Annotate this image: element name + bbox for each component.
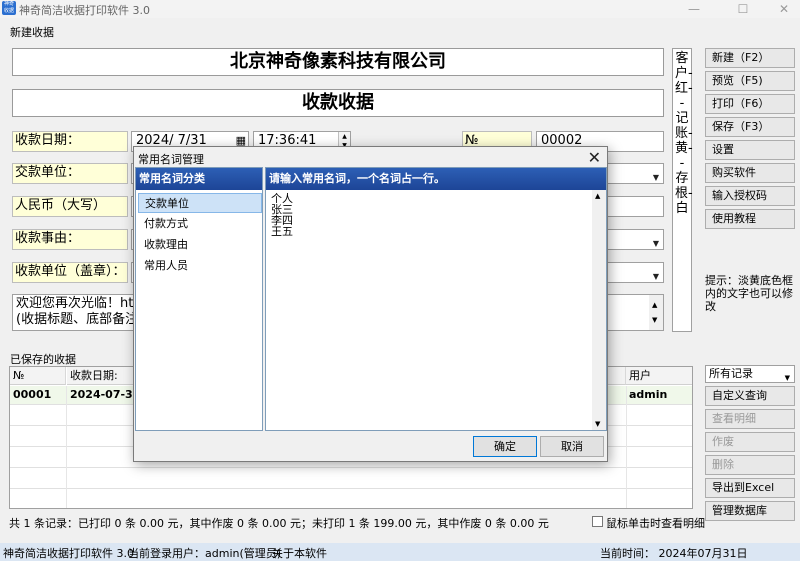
preview-button[interactable]: 预览（F5) [705,71,795,91]
stamp-label[interactable]: 收款单位（盖章）： [12,262,128,283]
print-button[interactable]: 打印（F6） [705,94,795,114]
scroll-up-icon[interactable]: ▲ [595,192,600,200]
click-detail-checkbox[interactable] [592,516,603,527]
grid-line [10,488,692,489]
rmb-label[interactable]: 人民币（大写） [12,196,128,217]
payer-label[interactable]: 交款单位： [12,163,128,184]
category-item-people[interactable]: 常用人员 [138,256,262,276]
note-scrollbar[interactable]: ▲ ▼ [649,295,663,330]
status-time: 当前时间： 2024年07月31日 17:53:02 [600,547,748,560]
license-button[interactable]: 输入授权码 [705,186,795,206]
category-list[interactable]: 常用名词分类 交款单位 付款方式 收款理由 常用人员 [135,167,263,431]
chevron-down-icon[interactable]: ▼ [785,370,790,386]
window-title: 神奇简洁收据打印软件 3.0 [19,4,150,17]
save-button[interactable]: 保存（F3） [705,117,795,137]
terms-scrollbar[interactable]: ▲ ▼ [592,190,606,430]
grid-line [626,386,627,508]
delete-button[interactable]: 删除 [705,455,795,475]
buy-button[interactable]: 购买软件 [705,163,795,183]
category-header: 常用名词分类 [136,168,262,190]
column-header-user[interactable]: 用户 [626,367,692,385]
copy-color-notice: 客户-红--记账-黄--存根-白 [672,48,693,332]
scroll-down-icon[interactable]: ▼ [652,312,657,328]
saved-group-label: 已保存的收据 [10,353,76,366]
custom-query-button[interactable]: 自定义查询 [705,386,795,406]
chevron-down-icon[interactable]: ▼ [653,268,659,282]
new-button[interactable]: 新建（F2） [705,48,795,68]
status-user: 当前登录用户：admin(管理员) [128,547,282,560]
minimize-button[interactable]: — [682,1,706,17]
copy-color-text: 客户-红--记账-黄--存根-白 [675,51,693,216]
status-bar: 神奇简洁收据打印软件 3.0 当前登录用户：admin(管理员) 关于本软件 当… [0,543,800,561]
view-detail-button[interactable]: 查看明细 [705,409,795,429]
title-bar: 神奇 收据 神奇简洁收据打印软件 3.0 — ☐ ✕ [0,0,800,18]
hint-text: 提示：淡黄底色框内的文字也可以修改 [705,274,793,313]
records-filter-select[interactable]: 所有记录 ▼ [705,365,795,383]
grid-line [66,386,67,508]
terms-editor[interactable]: 请输入常用名词，一个名词占一行。 个人 张三 李四 王五 ▲ ▼ [265,167,607,431]
scroll-down-icon[interactable]: ▼ [595,420,600,428]
scroll-up-icon[interactable]: ▲ [652,297,657,313]
tutorial-button[interactable]: 使用教程 [705,209,795,229]
terms-text[interactable]: 个人 张三 李四 王五 [271,193,293,237]
category-item-payer[interactable]: 交款单位 [138,193,262,213]
close-window-button[interactable]: ✕ [772,1,796,17]
cancel-button[interactable]: 取消 [540,436,604,457]
manage-db-button[interactable]: 管理数据库 [705,501,795,521]
row-no-cell[interactable]: 00001 [10,386,66,404]
records-summary: 共 1 条记录：已打印 0 条 0.00 元，其中作废 0 条 0.00 元；未… [9,517,549,530]
records-filter-value: 所有记录 [709,367,753,380]
ok-button[interactable]: 确定 [473,436,537,457]
row-user-cell[interactable]: admin [626,386,692,404]
category-item-payment-method[interactable]: 付款方式 [138,214,262,234]
about-link[interactable]: 关于本软件 [272,545,327,561]
reason-label[interactable]: 收款事由： [12,229,128,250]
date-label[interactable]: 收款日期： [12,131,128,152]
terms-header: 请输入常用名词，一个名词占一行。 [266,168,606,190]
chevron-down-icon[interactable]: ▼ [653,169,659,183]
category-item-reason[interactable]: 收款理由 [138,235,262,255]
common-terms-dialog: 常用名词管理 ✕ 常用名词分类 交款单位 付款方式 收款理由 常用人员 ⋮ 请输… [133,146,608,462]
dialog-title: 常用名词管理 [138,153,204,166]
export-excel-button[interactable]: 导出到Excel [705,478,795,498]
void-button[interactable]: 作废 [705,432,795,452]
settings-button[interactable]: 设置 [705,140,795,160]
status-app-name: 神奇简洁收据打印软件 3.0 [3,547,134,560]
maximize-button[interactable]: ☐ [731,1,755,17]
app-icon: 神奇 收据 [2,1,16,15]
column-header-no[interactable]: № [10,367,66,385]
new-receipt-group-label: 新建收据 [10,26,54,39]
click-detail-label[interactable]: 鼠标单击时查看明细 [606,515,705,531]
close-icon[interactable]: ✕ [588,148,601,167]
company-name-field[interactable]: 北京神奇像素科技有限公司 [12,48,664,76]
receipt-title-field[interactable]: 收款收据 [12,89,664,117]
grid-line [10,467,692,468]
chevron-down-icon[interactable]: ▼ [653,235,659,249]
term-line: 王五 [271,225,293,238]
